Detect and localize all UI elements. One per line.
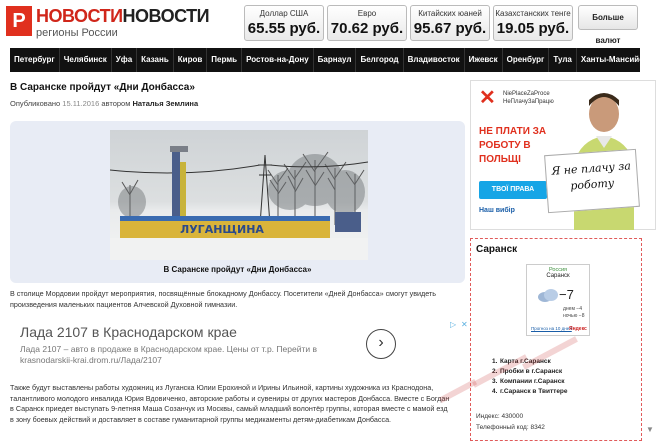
scroll-down-icon[interactable]: ▼: [646, 425, 654, 434]
city-link-item[interactable]: 4. г.Саранск в Твиттере: [492, 387, 568, 397]
author-name[interactable]: Наталья Землина: [132, 99, 198, 108]
list-number: 4.: [492, 388, 498, 395]
rate-usd: Доллар США 65.55 руб.: [244, 5, 324, 41]
sidebar-ad-site-line: NiePlaceZaProce: [503, 91, 550, 97]
nav-item[interactable]: Тула: [549, 48, 577, 72]
sidebar-ad-sign: Я не плачу за роботу: [544, 148, 640, 214]
rate-label: Китайских юаней: [418, 9, 482, 18]
city-phone-code: Телефонный код: 8342: [476, 424, 545, 431]
weather-night: ночью −8: [563, 313, 585, 319]
published-date: 15.11.2016: [62, 99, 100, 108]
weather-brand: Яндекс: [569, 326, 587, 332]
nav-item[interactable]: Киров: [174, 48, 208, 72]
city-index: Индекс: 430000: [476, 413, 524, 420]
nav-item[interactable]: Ижевск: [465, 48, 503, 72]
rate-value: 19.05 руб.: [496, 20, 570, 37]
nav-item[interactable]: Белгород: [356, 48, 404, 72]
body-line: Также будут выставлены работы художниц и…: [10, 383, 434, 392]
logo-title-black: НОВОСТИ: [122, 6, 210, 26]
ad-text-link[interactable]: Перейти в: [276, 344, 317, 354]
weather-widget[interactable]: Россия Саранск −7 днем −4 ночью −8 Прогн…: [526, 264, 590, 336]
logo-subtitle: регионы России: [36, 27, 118, 39]
list-number: 3.: [492, 378, 498, 385]
ad-choices-icon[interactable]: ▷: [450, 320, 456, 329]
cloud-icon: [538, 289, 558, 302]
author-label: автором: [101, 99, 131, 108]
rate-label: Евро: [357, 9, 377, 18]
photo-illustration: ЛУГАНЩИНА: [110, 146, 368, 260]
article-body: Также будут выставлены работы художниц и…: [10, 383, 465, 425]
sidebar-ad-site: NiePlaceZaProce НеПлачуЗаПрацю: [503, 90, 554, 106]
ad-banner[interactable]: Лада 2107 в Краснодарском крае Лада 2107…: [10, 320, 470, 372]
sidebar-ad-button[interactable]: ТВОЇ ПРАВА: [479, 181, 547, 199]
logo-mark: Р: [6, 6, 32, 36]
city-link-item[interactable]: 3. Компании г.Саранск: [492, 377, 568, 387]
weather-day: днем −4: [563, 306, 582, 312]
nav-item[interactable]: Ростов-на-Дону: [242, 48, 314, 72]
nav-item[interactable]: Оренбург: [503, 48, 550, 72]
photo-caption: В Саранске пройдут «Дни Донбасса»: [163, 265, 312, 274]
body-line: талантливого молодого инвалида Юрия Вдов…: [10, 393, 450, 403]
nav-item[interactable]: Пермь: [207, 48, 243, 72]
ad-text-main: Лада 2107 – авто в продаже в Краснодарск…: [20, 344, 275, 354]
nav-item[interactable]: Челябинск: [60, 48, 112, 72]
ad-arrow-button[interactable]: ›: [366, 329, 396, 359]
rate-cny: Китайских юаней 95.67 руб.: [410, 5, 490, 41]
nav-item[interactable]: Ханты-Мансийск: [577, 48, 652, 72]
logo-title-red: НОВОСТИ: [36, 6, 123, 26]
rate-eur: Евро 70.62 руб.: [327, 5, 407, 41]
sidebar-ad-site-line: НеПлачуЗаПрацю: [503, 99, 554, 105]
rate-label: Казахстанских тенге: [495, 9, 571, 18]
rate-value: 70.62 руб.: [330, 20, 404, 37]
article-lead: В столице Мордовии пройдут мероприятия, …: [10, 289, 437, 309]
logo-title: НОВОСТИНОВОСТИ: [36, 6, 210, 26]
article-title[interactable]: В Саранске пройдут «Дни Донбасса»: [10, 82, 195, 93]
weather-temp: −7: [559, 287, 574, 302]
ad-domain[interactable]: krasnodarskii-krai.drom.ru/Лада/2107: [20, 355, 162, 365]
city-link-label[interactable]: Компании г.Саранск: [500, 378, 565, 385]
list-number: 1.: [492, 358, 498, 365]
city-nav: Петербург Челябинск Уфа Казань Киров Пер…: [10, 48, 648, 72]
photo-sign-text: ЛУГАНЩИНА: [180, 223, 264, 236]
cross-icon: ✕: [479, 87, 496, 109]
more-rates-button[interactable]: Больше валют: [578, 5, 638, 45]
nav-item[interactable]: Петербург: [10, 48, 60, 72]
city-link-label[interactable]: г.Саранск в Твиттере: [500, 388, 568, 395]
rate-value: 65.55 руб.: [247, 20, 321, 37]
weather-forecast-link[interactable]: Прогноз на 10 дней: [531, 326, 572, 331]
ad-close-icon[interactable]: ✕: [461, 320, 468, 329]
rate-label: Доллар США: [259, 9, 309, 18]
rate-value: 95.67 руб.: [413, 20, 487, 37]
weather-city-heading: Саранск: [476, 244, 518, 255]
ad-title[interactable]: Лада 2107 в Краснодарском крае: [20, 324, 237, 340]
nav-item[interactable]: Владивосток: [404, 48, 465, 72]
site-logo[interactable]: Р НОВОСТИНОВОСТИ регионы России: [6, 6, 210, 39]
nav-item[interactable]: Барнаул: [314, 48, 357, 72]
nav-item[interactable]: Казань: [137, 48, 174, 72]
ad-text: Лада 2107 – авто в продаже в Краснодарск…: [20, 344, 360, 366]
article-photo: ЛУГАНЩИНА: [110, 130, 368, 260]
article-meta: Опубликовано 15.11.2016 автором Наталья …: [10, 99, 198, 108]
published-label: Опубликовано: [10, 99, 61, 108]
body-line: в Саранск приедет выступать 9-летняя Маш…: [10, 404, 448, 413]
logo-text: НОВОСТИНОВОСТИ регионы России: [36, 6, 210, 39]
sidebar-ad-brands: Наш вибір: [479, 207, 515, 214]
rate-kzt: Казахстанских тенге 19.05 руб.: [493, 5, 573, 41]
body-line: в зону боевых действий и доставляет в со…: [10, 414, 392, 424]
weather-city: Саранск: [546, 273, 570, 279]
nav-item[interactable]: Уфа: [112, 48, 138, 72]
site-header: Р НОВОСТИНОВОСТИ регионы России Доллар С…: [0, 0, 660, 46]
